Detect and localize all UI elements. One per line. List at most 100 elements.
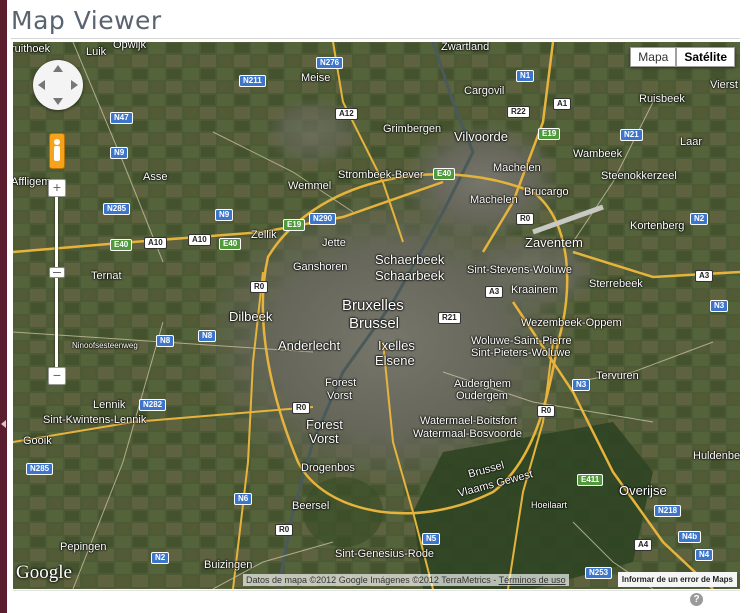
road-shield: R0 xyxy=(537,405,556,417)
road-shield: N4 xyxy=(695,549,714,561)
road-shield: N3 xyxy=(710,300,729,312)
place-label: Schaerbeek xyxy=(375,252,445,267)
road-shield: E40 xyxy=(219,238,242,250)
pan-down-icon[interactable] xyxy=(53,98,63,105)
terms-link[interactable]: Términos de uso xyxy=(499,575,566,585)
place-label: Beersel xyxy=(292,500,330,512)
road-shield: N9 xyxy=(110,147,129,159)
map-type-map-button[interactable]: Mapa xyxy=(630,47,677,67)
place-label: Affligem xyxy=(13,176,51,188)
zoom-slider-thumb[interactable] xyxy=(49,267,65,278)
road-shield: A3 xyxy=(695,270,714,282)
road-shield: N276 xyxy=(316,57,344,69)
place-label: Sterrebeek xyxy=(589,278,643,290)
place-label: Dilbeek xyxy=(229,309,273,324)
place-label: Elsene xyxy=(375,353,415,368)
zoom-slider-track[interactable] xyxy=(55,192,58,380)
zoom-out-button[interactable]: − xyxy=(48,367,66,385)
place-label: Huldenberg xyxy=(693,450,740,462)
place-label: Asse xyxy=(143,171,168,183)
pan-up-icon[interactable] xyxy=(53,65,63,72)
place-label: Vorst xyxy=(327,390,353,402)
zoom-in-button[interactable]: + xyxy=(48,179,66,197)
place-label: Machelen xyxy=(470,194,518,206)
place-label: Luik xyxy=(86,46,107,58)
place-label: Zellik xyxy=(251,229,277,241)
road-shield: A4 xyxy=(634,539,653,551)
place-label: Anderlecht xyxy=(278,338,341,353)
road-shield: R0 xyxy=(292,402,311,414)
place-label: Jette xyxy=(322,237,346,249)
road-shield: N290 xyxy=(309,213,337,225)
place-label: Opwijk xyxy=(113,42,147,51)
place-label: Vorst xyxy=(309,431,339,446)
pan-left-icon[interactable] xyxy=(38,80,45,90)
road-shield: N218 xyxy=(654,505,682,517)
road-shield: R22 xyxy=(507,106,530,118)
road-shield: A1 xyxy=(553,98,572,110)
road-shield: E40 xyxy=(433,168,456,180)
google-logo[interactable]: Google xyxy=(16,562,72,584)
road-shield: A12 xyxy=(335,108,358,120)
road-shield: N2 xyxy=(690,213,709,225)
place-label: ruithoek xyxy=(13,43,51,55)
place-label: Laar xyxy=(680,136,703,148)
place-label: Buizingen xyxy=(204,559,253,571)
road-shield: R0 xyxy=(516,213,535,225)
place-label: Vilvoorde xyxy=(454,129,508,144)
place-label: Oudergem xyxy=(456,390,508,402)
pan-control[interactable] xyxy=(33,60,83,110)
road-shield: N5 xyxy=(422,533,441,545)
road-shield: N253 xyxy=(585,567,613,579)
place-label: Overijse xyxy=(619,483,667,498)
place-label: Hoeilaart xyxy=(531,500,568,510)
road-shield: N8 xyxy=(198,330,217,342)
road-shield: N211 xyxy=(239,75,266,87)
road-shield: N2 xyxy=(151,552,170,564)
help-icon[interactable]: ? xyxy=(690,593,703,606)
place-label: Sint-Genesius-Rode xyxy=(335,548,435,560)
place-label: Steenokkerzeel xyxy=(601,170,677,182)
map-type-satellite-button[interactable]: Satélite xyxy=(676,47,735,67)
place-label: Auderghem xyxy=(454,378,511,390)
place-label: Watermaal-Bosvoorde xyxy=(413,428,523,440)
road-shield: N285 xyxy=(26,463,54,475)
place-label: Forest xyxy=(306,417,343,432)
map-canvas[interactable]: ruithoek Luik Opwijk Zwartland Meise Car… xyxy=(13,42,740,589)
place-label: Watermael-Boitsfort xyxy=(420,415,517,427)
map-type-control: Mapa Satélite xyxy=(630,47,735,67)
place-label: Woluwe-Saint-Pierre xyxy=(471,335,572,347)
place-label: Drogenbos xyxy=(301,462,355,474)
place-label: Tervuren xyxy=(596,370,639,382)
place-label: Wambeek xyxy=(573,148,623,160)
report-error-link[interactable]: Informar de un error de Maps xyxy=(617,572,737,587)
place-label: Gooik xyxy=(23,435,52,447)
place-label: Machelen xyxy=(493,162,541,174)
place-label: Schaarbeek xyxy=(375,268,445,283)
place-label: Zaventem xyxy=(525,235,583,250)
road-shield: E411 xyxy=(577,474,604,486)
road-shield: E19 xyxy=(283,219,306,231)
road-shield: E19 xyxy=(538,128,561,140)
page-title: Map Viewer xyxy=(11,6,162,35)
road-shield: N282 xyxy=(139,399,167,411)
road-shield: N9 xyxy=(215,209,234,221)
place-label: Brussel xyxy=(349,315,400,332)
road-shield: R0 xyxy=(275,524,294,536)
place-label: Meise xyxy=(301,72,331,84)
place-label: Sint-Pieters-Woluwe xyxy=(471,347,571,359)
road-shield: N4b xyxy=(678,531,702,543)
road-shield: A10 xyxy=(144,237,167,249)
place-label: Ruisbeek xyxy=(639,93,685,105)
pan-right-icon[interactable] xyxy=(71,80,78,90)
place-label: Lennik xyxy=(93,399,126,411)
left-sidebar-edge xyxy=(0,0,7,613)
place-label: Bruxelles xyxy=(342,297,404,314)
place-label: Ninoofsesteenweg xyxy=(72,341,138,350)
place-label: Sint-Stevens-Woluwe xyxy=(467,264,572,276)
place-label: Vierst xyxy=(710,79,738,91)
street-view-pegman-icon[interactable] xyxy=(49,133,65,169)
collapse-arrow-icon[interactable] xyxy=(1,420,6,428)
place-label: Sint-Kwintens-Lennik xyxy=(43,414,147,426)
road-shield: E40 xyxy=(110,239,133,251)
